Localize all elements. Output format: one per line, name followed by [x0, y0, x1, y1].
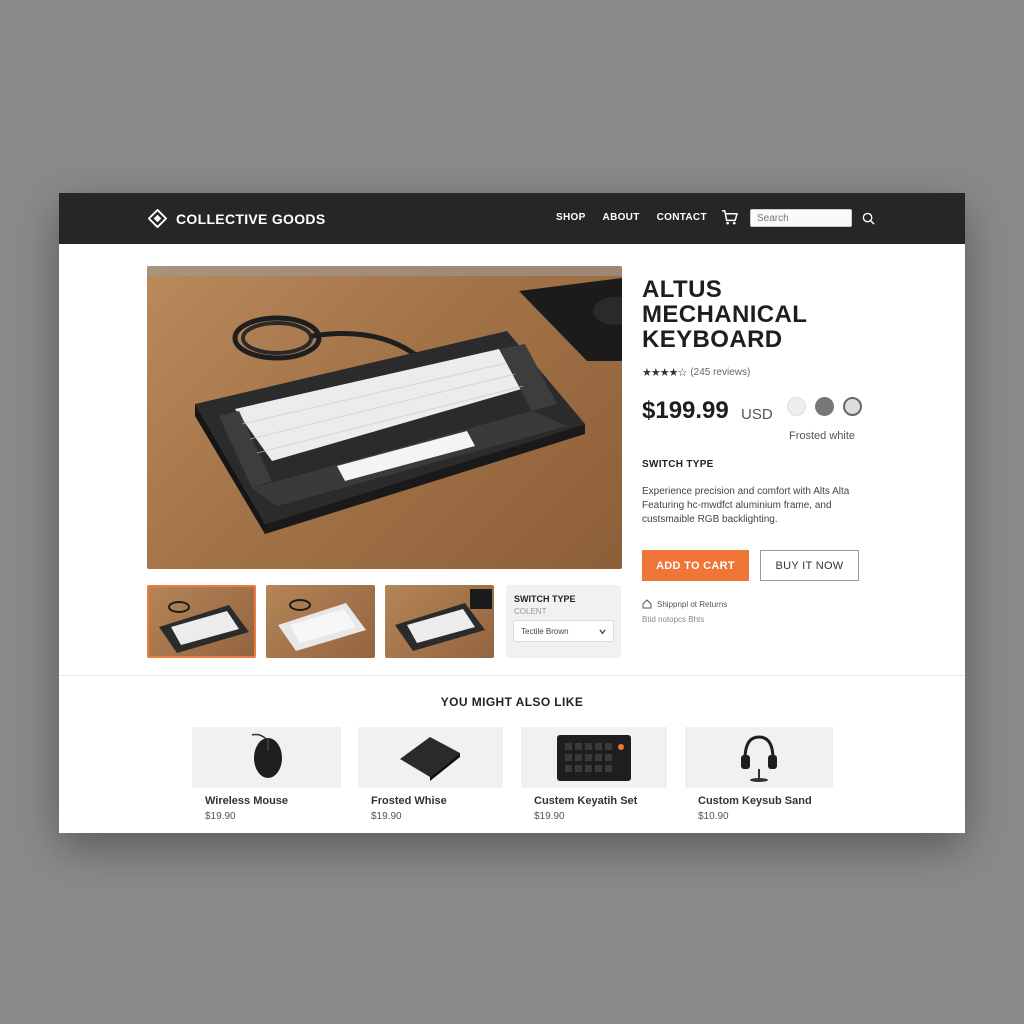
product-title: ALTUS MECHANICAL KEYBOARD — [642, 277, 872, 352]
recommendations-heading: YOU MIGHT ALSO LIKE — [440, 695, 584, 709]
buy-now-button[interactable]: BUY IT NOW — [760, 550, 859, 581]
navbar: COLLECTIVE GOODS SHOP ABOUT CONTACT — [59, 193, 965, 244]
switch-type-select[interactable]: Tectile Brown — [513, 620, 614, 642]
price-currency: USD — [741, 406, 773, 423]
switch-card-title: SWITCH TYPE — [514, 594, 576, 604]
product-main-image[interactable] — [147, 266, 622, 569]
recommendation-card[interactable]: Wireless Mouse $19.90 — [192, 727, 341, 822]
thumbnail-3[interactable] — [385, 585, 494, 658]
switch-type-heading: SWITCH TYPE — [642, 459, 714, 470]
rating: ★★★★☆ (245 reviews) — [642, 366, 750, 379]
nav-link-contact[interactable]: CONTACT — [657, 212, 707, 223]
shipping-returns-label: Shippnpl ot Returns — [657, 599, 728, 609]
recommendation-name: Wireless Mouse — [205, 795, 289, 807]
nav-link-about[interactable]: ABOUT — [603, 212, 640, 223]
recommendation-card[interactable]: Custem Keyatih Set $19.90 — [521, 727, 667, 822]
product-price: $199.99 — [642, 397, 729, 424]
cart-icon[interactable] — [721, 209, 738, 226]
thumbnail-2[interactable] — [266, 585, 375, 658]
recommendation-name: Frosted Whise — [371, 795, 447, 807]
recommendation-name: Custom Keysub Sand — [698, 795, 812, 807]
switch-type-value: Tectile Brown — [521, 627, 569, 636]
recommendation-card[interactable]: Frosted Whise $19.90 — [358, 727, 503, 822]
recommendation-price: $10.90 — [698, 811, 729, 822]
selected-color-label: Frosted white — [789, 430, 856, 442]
thumbnail-strip — [147, 585, 494, 658]
mousepad-icon — [400, 737, 460, 781]
brand[interactable]: COLLECTIVE GOODS — [148, 209, 325, 228]
recommendation-card[interactable]: Custom Keysub Sand $10.90 — [685, 727, 833, 822]
star-rating-icon: ★★★★☆ — [642, 367, 687, 379]
recommendation-name: Custem Keyatih Set — [534, 795, 638, 807]
recommendation-price: $19.90 — [205, 811, 236, 822]
macropad-icon — [557, 735, 631, 781]
thumbnail-keyboard-image — [278, 599, 366, 651]
shipping-icon — [642, 599, 652, 609]
recommendation-price: $19.90 — [534, 811, 565, 822]
nav-link-shop[interactable]: SHOP — [556, 212, 586, 223]
color-swatches — [787, 397, 862, 416]
thumbnail-keyboard-image — [395, 589, 492, 651]
product-title-line-3: KEYBOARD — [642, 326, 783, 353]
nav-links: SHOP ABOUT CONTACT — [556, 212, 707, 223]
search-icon[interactable] — [862, 212, 875, 225]
add-to-cart-button[interactable]: ADD TO CART — [642, 550, 749, 581]
swatch-frosted-white[interactable] — [787, 397, 806, 416]
switch-type-card: SWITCH TYPE COLENT Tectile Brown — [506, 585, 621, 658]
product-title-line-2: MECHANICAL — [642, 301, 808, 328]
keyboard-photo — [147, 266, 622, 534]
swatch-light-gray[interactable] — [843, 397, 862, 416]
mouse-icon — [251, 733, 282, 778]
switch-card-subtitle: COLENT — [514, 607, 547, 616]
section-divider — [59, 675, 965, 676]
swatch-gray[interactable] — [815, 397, 834, 416]
search-input[interactable] — [750, 209, 852, 227]
thumbnail-1[interactable] — [147, 585, 256, 658]
shipping-subtext: Btid notopcs Bhts — [642, 615, 705, 624]
thumbnail-keyboard-image — [159, 601, 249, 653]
shipping-returns[interactable]: Shippnpl ot Returns — [642, 599, 727, 609]
review-count-link[interactable]: (245 reviews) — [690, 367, 750, 378]
product-title-line-1: ALTUS — [642, 276, 723, 303]
chevron-down-icon — [599, 629, 606, 635]
recommendation-image — [521, 727, 667, 788]
brand-logo-icon — [148, 209, 167, 228]
recommendation-image — [192, 727, 341, 788]
browser-window: COLLECTIVE GOODS SHOP ABOUT CONTACT Sear… — [59, 193, 965, 833]
headphones-icon — [741, 735, 777, 782]
recommendation-image — [358, 727, 503, 788]
recommendation-image — [685, 727, 833, 788]
recommendation-price: $19.90 — [371, 811, 402, 822]
brand-name: COLLECTIVE GOODS — [176, 210, 326, 227]
product-description: Experience precision and comfort with Al… — [642, 486, 850, 525]
